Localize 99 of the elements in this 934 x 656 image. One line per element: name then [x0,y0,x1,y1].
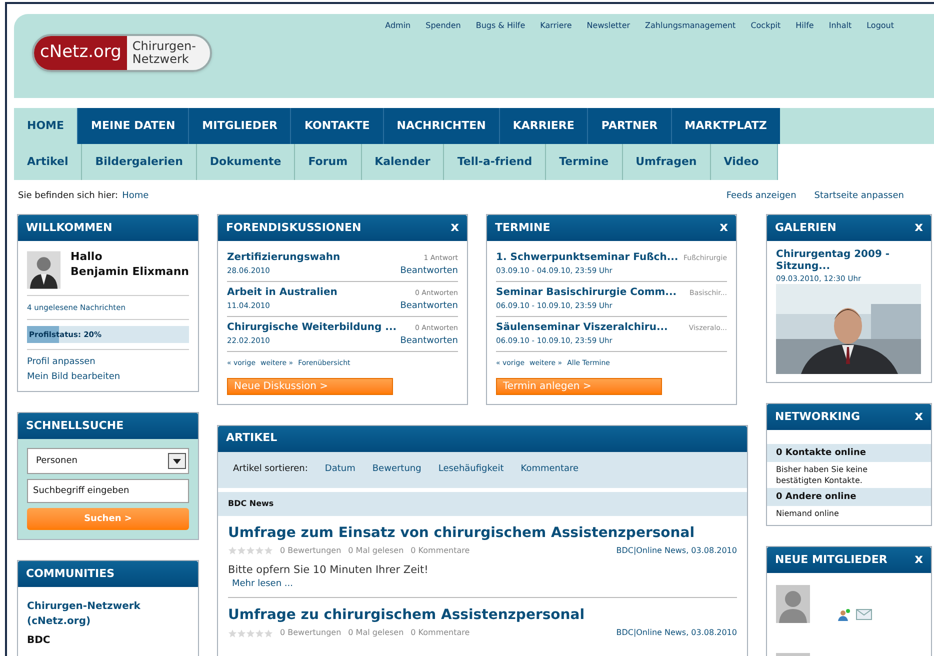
comment-count: 0 Kommentare [410,627,470,639]
reply-link[interactable]: Beantworten [400,335,458,347]
star-icon[interactable] [228,546,237,555]
comment-count: 0 Kommentare [410,544,470,556]
close-button[interactable]: x [914,550,923,570]
status-text: Niemand online [775,508,840,520]
subnav-link[interactable]: Tell-a-friend [443,144,546,180]
event-link[interactable]: Säulenseminar Viszeralchiru... [496,321,668,335]
panel-title: WILLKOMMEN [26,220,112,236]
article-source: BDC|Online News, 03.08.2010 [616,544,737,556]
subnav-link[interactable]: Bildergalerien [81,144,196,180]
page-link[interactable]: Startseite anpassen [814,190,904,204]
panel-title: ARTIKEL [226,430,278,446]
add-contact-icon[interactable] [838,609,850,621]
top-link[interactable]: Zahlungsmanagement [645,20,736,34]
avatar [776,585,810,623]
article-title[interactable]: Umfrage zu chirurgischem Assistenzpersonal [228,604,585,626]
top-link[interactable]: Bugs & Hilfe [476,20,526,34]
nav-tab[interactable]: PARTNER [587,108,671,144]
star-icon[interactable] [246,628,255,638]
profile-link[interactable]: Profil anpassen [27,355,189,370]
community-link[interactable]: Chirurgen-Netzwerk (cNetz.org) [27,599,189,630]
read-more-link[interactable]: Mehr lesen ... [228,576,737,591]
nav-tab[interactable]: MEINE DATEN [77,108,188,144]
article-title[interactable]: Umfrage zum Einsatz von chirurgischem Assistenzpersonal [228,522,695,544]
subnav-link[interactable]: Kalender [360,144,444,180]
topic-link[interactable]: Arbeit in Australien [227,286,338,300]
panel-title: SCHNELLSUCHE [26,418,124,434]
top-link[interactable]: Logout [866,20,894,34]
star-icon[interactable] [237,546,246,555]
category-select[interactable]: Personen [27,448,189,474]
sort-link[interactable]: Datum [324,462,356,476]
top-link[interactable]: Karriere [540,20,572,34]
top-link[interactable]: Cockpit [750,20,781,34]
breadcrumb-link[interactable]: Home [122,190,149,204]
nav-tab[interactable]: MARKTPLATZ [670,108,780,144]
close-button[interactable]: x [914,218,923,238]
top-link[interactable]: Hilfe [796,20,814,34]
read-count: 0 Mal gelesen [348,627,404,639]
nav-tab[interactable]: KARRIERE [498,108,588,144]
page-link[interactable]: Feeds anzeigen [726,190,796,204]
user-name: Benjamin Elixmann [70,264,189,279]
close-button[interactable]: x [914,407,923,427]
star-icon[interactable] [264,546,273,555]
status-text: Bisher haben Sie keine bestätigten Kontakte. [775,464,869,487]
panel-title: TERMINE [495,220,550,236]
panel-title: COMMUNITIES [26,566,115,582]
star-icon[interactable] [246,546,255,555]
star-icon[interactable] [237,628,246,638]
topic-link[interactable]: Zertifizierungswahn [227,251,340,265]
read-count: 0 Mal gelesen [348,544,404,556]
reply-link[interactable]: Beantworten [400,265,458,277]
top-link[interactable]: Newsletter [586,20,630,34]
subnav-link[interactable]: Umfragen [622,144,710,180]
sort-link[interactable]: Lesehäufigkeit [438,462,504,476]
topic-link[interactable]: Chirurgische Weiterbildung ... [227,321,397,335]
reply-link[interactable]: Beantworten [400,300,458,312]
rating-count: 0 Bewertungen [280,627,342,639]
dropdown-icon [168,453,186,470]
event-link[interactable]: Seminar Basischirurgie Comm... [496,286,677,300]
close-button[interactable]: x [720,218,728,238]
star-icon[interactable] [228,628,237,638]
nav-tab[interactable]: MITGLIEDER [188,108,290,144]
subnav-link[interactable]: Forum [294,144,361,180]
panel-title: FORENDISKUSSIONEN [226,220,362,236]
subnav-link[interactable]: Artikel [14,144,82,180]
panel-title: NETWORKING [775,408,860,425]
sort-label: Artikel sortieren: [233,462,308,476]
community-link[interactable]: BDC [27,633,189,648]
panel-title: NEUE MITGLIEDER [775,552,888,568]
top-link[interactable]: Spenden [426,20,461,34]
panel-title: GALERIEN [775,220,836,236]
section-heading: 0 Andere online [767,488,931,506]
star-icon[interactable] [255,628,264,638]
top-link[interactable]: Inhalt [828,20,852,34]
subnav-link[interactable]: Termine [545,144,622,180]
breadcrumb-label: Sie befinden sich hier: [18,190,118,204]
gallery-link[interactable]: Chirurgentag 2009 - Sitzung... [776,249,916,273]
rating-count: 0 Bewertungen [280,544,342,556]
nav-tab[interactable]: NACHRICHTEN [382,108,499,144]
subnav-link[interactable]: Dokumente [196,144,294,180]
article-teaser: Bitte opfern Sie 10 Minuten Ihrer Zeit! [228,562,430,576]
sort-link[interactable]: Bewertung [372,462,422,476]
nav-tab[interactable]: KONTAKTE [290,108,383,144]
section-title: BDC News [228,498,274,510]
subnav-link[interactable]: Video [710,144,772,180]
star-icon[interactable] [264,628,273,638]
mail-icon[interactable] [856,609,872,621]
section-heading: 0 Kontakte online [767,444,931,462]
search-field[interactable]: Suchbegriff eingeben [27,479,189,504]
profile-link[interactable]: Mein Bild bearbeiten [27,370,189,386]
article-source: BDC|Online News, 03.08.2010 [616,627,737,639]
greeting: Hallo [70,249,104,264]
star-icon[interactable] [255,546,264,555]
top-link[interactable]: Admin [385,20,411,34]
event-link[interactable]: 1. Schwerpunktseminar Fußch... [496,251,678,265]
avatar [27,249,61,291]
close-button[interactable]: x [450,218,459,238]
sort-link[interactable]: Kommentare [520,462,579,476]
